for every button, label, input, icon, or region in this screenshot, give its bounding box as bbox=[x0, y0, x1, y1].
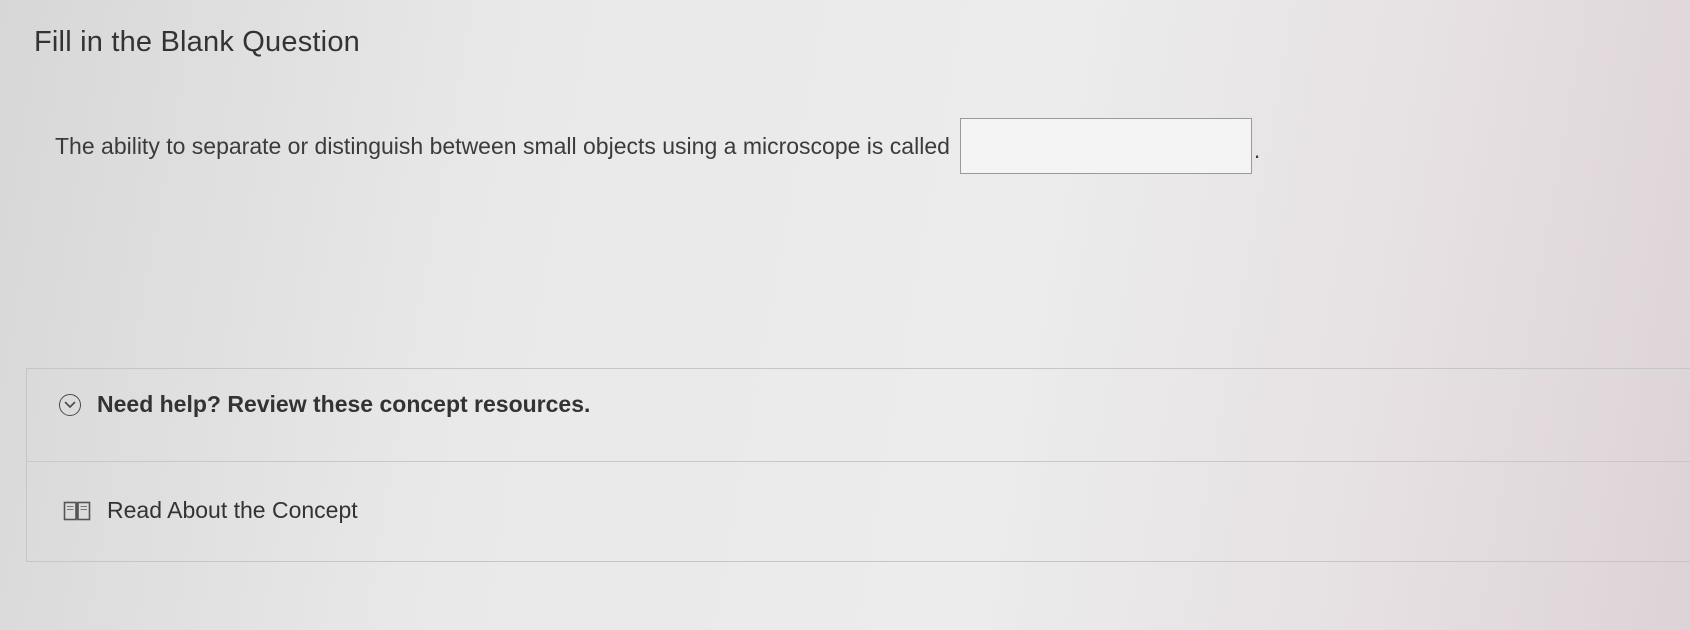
question-page: Fill in the Blank Question The ability t… bbox=[0, 0, 1690, 630]
chevron-down-circle-icon bbox=[59, 393, 81, 416]
read-about-concept-label: Read About the Concept bbox=[107, 497, 358, 523]
concept-resources-toggle[interactable]: Need help? Review these concept resource… bbox=[59, 391, 590, 418]
concept-resources-panel: Need help? Review these concept resource… bbox=[26, 368, 1690, 562]
concept-resources-toggle-label: Need help? Review these concept resource… bbox=[97, 391, 591, 417]
question-period: . bbox=[1253, 136, 1261, 163]
question-title: Fill in the Blank Question bbox=[34, 26, 360, 58]
book-icon bbox=[63, 500, 91, 522]
answer-blank-input[interactable] bbox=[959, 118, 1252, 174]
question-prompt: The ability to separate or distinguish b… bbox=[55, 132, 950, 159]
read-about-concept-link[interactable]: Read About the Concept bbox=[63, 497, 358, 524]
question-body: The ability to separate or distinguish b… bbox=[55, 118, 1260, 174]
resources-divider bbox=[27, 461, 1690, 462]
